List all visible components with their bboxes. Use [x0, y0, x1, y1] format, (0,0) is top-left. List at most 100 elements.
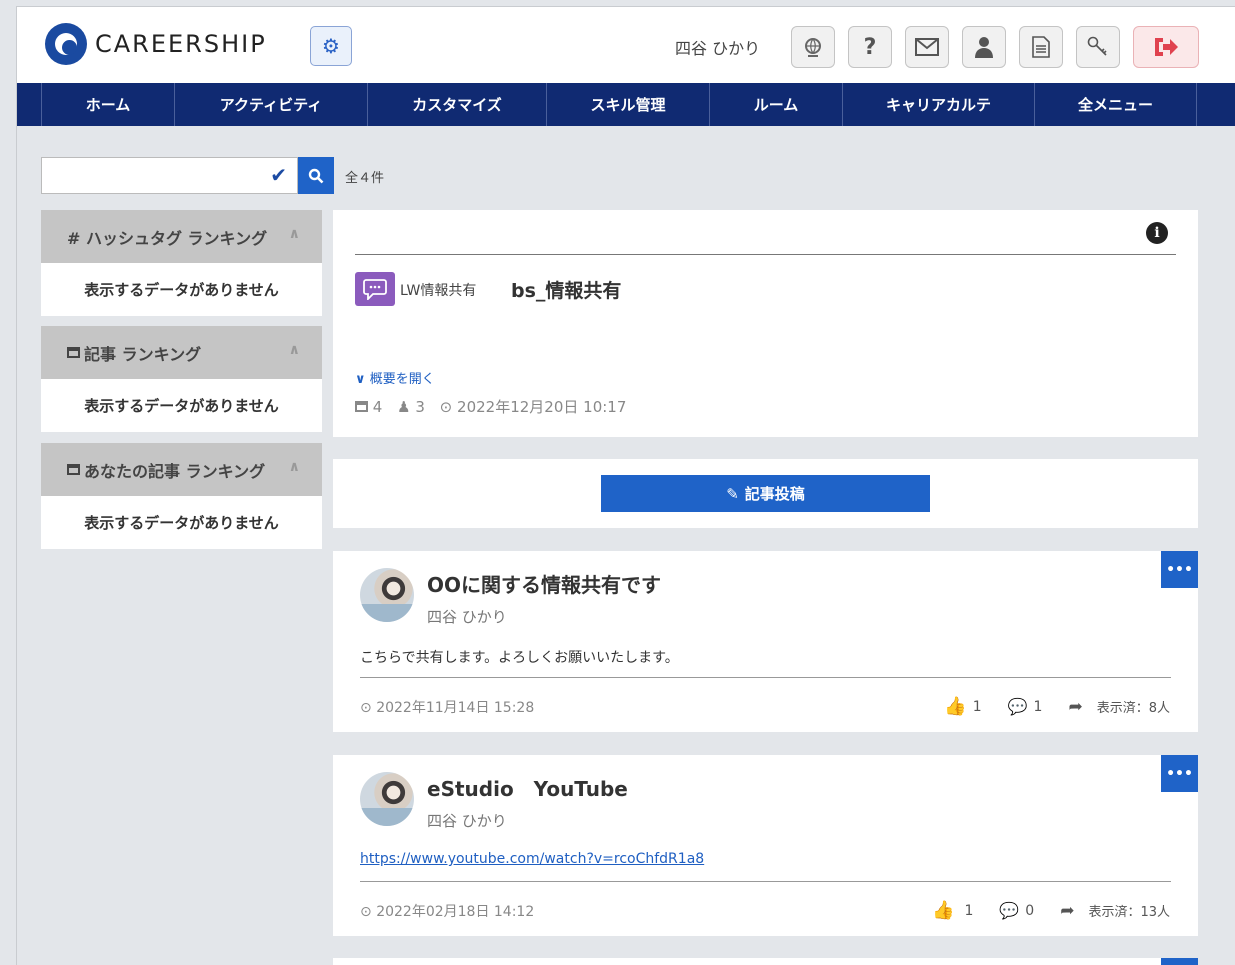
search-button[interactable] [298, 157, 334, 194]
share-icon[interactable]: ➦ [1068, 697, 1082, 717]
comment-icon[interactable]: 💬 [1008, 697, 1028, 716]
ranking-title: # ハッシュタグ ランキング [67, 228, 268, 248]
user-icon: ♟ [397, 398, 411, 416]
mail-icon [915, 38, 939, 56]
post-body: こちらで共有します。よろしくお願いいたします。 [360, 650, 679, 666]
post-button-card: ✎ 記事投稿 [333, 459, 1198, 528]
ellipsis-icon: ••• [1166, 765, 1193, 782]
post-card: ••• eStudio YouTube 四谷 ひかり https://www.y… [333, 755, 1198, 936]
globe-icon [805, 38, 821, 57]
room-meta: 4 ♟ 3 ⊙ 2022年12月20日 10:17 [355, 396, 626, 417]
key-icon [1087, 36, 1107, 56]
user-icon [975, 37, 993, 58]
viewed-count: 表示済：8人 [1096, 701, 1170, 716]
hashtag-ranking-header[interactable]: # ハッシュタグ ランキング ∧ [41, 210, 322, 263]
thumbs-up-outline-icon[interactable]: 👍 [944, 696, 966, 717]
share-icon[interactable]: ➦ [1060, 901, 1074, 921]
divider [355, 254, 1176, 255]
chevron-up-icon: ∧ [288, 342, 300, 358]
ranking-title: あなたの記事 ランキング [84, 461, 266, 481]
header: CAREERSHIP ⚙ 四谷 ひかり ? [17, 7, 1235, 83]
globe-button[interactable] [791, 26, 835, 68]
total-count: 全４件 [345, 171, 385, 186]
profile-button[interactable] [962, 26, 1006, 68]
document-button[interactable] [1019, 26, 1063, 68]
post-title[interactable]: OOに関する情報共有です [427, 569, 661, 598]
avatar[interactable] [360, 568, 414, 622]
document-icon [1032, 36, 1050, 58]
mail-button[interactable] [905, 26, 949, 68]
help-button[interactable]: ? [848, 26, 892, 68]
more-options-button[interactable]: ••• [1161, 755, 1198, 792]
nav-item-room[interactable]: ルーム [709, 83, 842, 126]
post-article-label: 記事投稿 [744, 485, 805, 503]
room-category: LW情報共有 [400, 283, 477, 299]
chevron-up-icon: ∧ [288, 459, 300, 475]
ranking-title: 記事 ランキング [84, 344, 202, 364]
room-date: 2022年12月20日 10:17 [457, 398, 627, 416]
post-date-row: ⊙ 2022年11月14日 15:28 [360, 697, 534, 717]
room-select[interactable]: ✔ [41, 157, 298, 194]
nav-item-home[interactable]: ホーム [41, 83, 174, 126]
post-author[interactable]: 四谷 ひかり [427, 606, 507, 627]
divider [360, 881, 1171, 882]
post-date-row: ⊙ 2022年02月18日 14:12 [360, 901, 534, 921]
clock-icon: ⊙ [360, 904, 372, 920]
like-count: 1 [972, 698, 982, 715]
settings-button[interactable]: ⚙ [310, 26, 352, 66]
my-article-ranking-header[interactable]: あなたの記事 ランキング ∧ [41, 443, 322, 496]
viewed-count: 表示済：13人 [1088, 905, 1170, 920]
my-article-ranking-empty: 表示するデータがありません [41, 496, 322, 549]
main-nav: ホーム アクティビティ カスタマイズ スキル管理 ルーム キャリアカルテ 全メニ… [17, 83, 1235, 126]
logout-icon [1155, 38, 1178, 56]
post-card: ••• OOに関する情報共有です 四谷 ひかり こちらで共有します。よろしくお願… [333, 551, 1198, 732]
clock-icon: ⊙ [360, 700, 372, 716]
open-summary-link[interactable]: ∨ 概要を開く [355, 368, 435, 387]
nav-item-skills[interactable]: スキル管理 [546, 83, 709, 126]
post-article-button[interactable]: ✎ 記事投稿 [601, 475, 930, 512]
comment-count: 0 [1025, 902, 1035, 919]
like-count: 1 [964, 902, 974, 919]
edit-icon: ✎ [726, 484, 739, 503]
open-summary-label: 概要を開く [369, 372, 435, 387]
member-count: 3 [415, 398, 425, 416]
comment-icon[interactable]: 💬 [999, 901, 1019, 920]
chat-bubble-icon [355, 272, 395, 306]
post-author[interactable]: 四谷 ひかり [427, 810, 507, 831]
avatar[interactable] [360, 772, 414, 826]
hashtag-ranking-empty: 表示するデータがありません [41, 263, 322, 316]
nav-item-customize[interactable]: カスタマイズ [367, 83, 546, 126]
search-icon [308, 168, 324, 183]
post-stats: 👍 1 💬 1 ➦ 表示済：8人 [938, 696, 1170, 717]
article-count: 4 [372, 398, 383, 416]
chevron-up-icon: ∧ [288, 226, 300, 242]
window-icon [67, 464, 80, 475]
post-stats: 👍 1 💬 0 ➦ 表示済：13人 [926, 900, 1170, 921]
more-options-button[interactable]: ••• [1161, 551, 1198, 588]
logo[interactable]: CAREERSHIP [45, 23, 267, 65]
chevron-down-icon: ✔ [270, 163, 287, 187]
nav-item-all-menu[interactable]: 全メニュー [1034, 83, 1197, 126]
thumbs-up-filled-icon[interactable]: 👍 [932, 900, 954, 921]
post-link[interactable]: https://www.youtube.com/watch?v=rcoChfdR… [360, 851, 704, 867]
divider [360, 677, 1171, 678]
post-title[interactable]: eStudio YouTube [427, 773, 628, 802]
room-info-card: i LW情報共有 bs_情報共有 ∨ 概要を開く 4 ♟ 3 ⊙ 2022年12… [333, 210, 1198, 437]
room-title: bs_情報共有 [511, 280, 622, 302]
post-date: 2022年11月14日 15:28 [376, 700, 535, 716]
nav-item-career[interactable]: キャリアカルテ [842, 83, 1034, 126]
chevron-down-icon: ∨ [355, 372, 366, 387]
article-ranking-empty: 表示するデータがありません [41, 379, 322, 432]
clock-icon: ⊙ [439, 398, 453, 416]
user-name: 四谷 ひかり [675, 39, 761, 58]
info-icon[interactable]: i [1146, 222, 1168, 244]
logo-mark-icon [45, 23, 87, 65]
question-icon: ? [863, 34, 877, 60]
logout-button[interactable] [1133, 26, 1199, 68]
nav-item-activity[interactable]: アクティビティ [174, 83, 367, 126]
key-button[interactable] [1076, 26, 1120, 68]
more-options-button[interactable] [1161, 958, 1198, 965]
post-card [333, 958, 1198, 965]
article-ranking-header[interactable]: 記事 ランキング ∧ [41, 326, 322, 379]
logo-text: CAREERSHIP [95, 30, 267, 58]
